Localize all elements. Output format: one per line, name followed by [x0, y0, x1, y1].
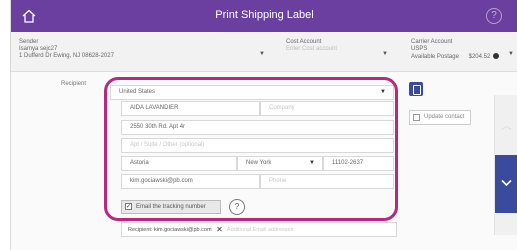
carrier-account-label: Carrier Account — [411, 39, 453, 45]
checkbox-unchecked-icon — [413, 114, 420, 121]
remove-chip-icon[interactable]: ✕ — [216, 225, 223, 234]
cost-account-selector[interactable]: Cost Account Enter Cost account — [286, 39, 337, 53]
refresh-postage-icon[interactable] — [492, 53, 499, 59]
cost-account-placeholder: Enter Cost account — [286, 46, 338, 52]
sender-selector[interactable]: Sender Isamya sejc27 1 Dufferd Dr Ewing,… — [19, 39, 114, 60]
postage-label: Available Postage — [411, 54, 459, 60]
expand-panel-button[interactable] — [495, 155, 517, 213]
highlight-annotation — [104, 77, 398, 221]
carrier-name: USPS — [411, 46, 428, 52]
help-icon[interactable]: ? — [486, 8, 502, 24]
sender-name: Isamya sejc27 — [19, 46, 58, 52]
chevron-down-icon — [501, 179, 512, 187]
account-bar: Sender Isamya sejc27 1 Dufferd Dr Ewing,… — [11, 32, 517, 72]
sender-label: Sender — [19, 39, 39, 45]
page-title: Print Shipping Label — [215, 9, 314, 21]
tracking-emails-field[interactable]: Recipient: kim.gociawski@pb.com ✕ Additi… — [121, 222, 397, 237]
app-window: Print Shipping Label ? Sender Isamya sej… — [10, 0, 517, 250]
postage-value: $204.52 — [468, 54, 491, 60]
sender-dropdown-caret[interactable]: ▼ — [259, 51, 265, 57]
recipient-label: Recipient — [61, 81, 87, 87]
update-contact-label: Update contact — [424, 114, 465, 120]
cost-account-label: Cost Account — [286, 39, 322, 45]
update-contact-checkbox[interactable]: Update contact — [409, 110, 471, 125]
carrier-account-selector[interactable]: Carrier Account USPS Available Postage $… — [411, 39, 499, 61]
address-book-button[interactable] — [409, 82, 423, 96]
sender-address: 1 Dufferd Dr Ewing, NJ 08628-2027 — [19, 53, 114, 59]
additional-emails-placeholder: Additional Email addresses — [227, 227, 294, 233]
header-bar: Print Shipping Label ? — [11, 0, 517, 32]
chevron-up-icon[interactable]: ︿ — [495, 117, 517, 132]
carrier-dropdown-caret[interactable]: ▼ — [508, 51, 514, 57]
tracking-recipient-chip: Recipient: kim.gociawski@pb.com — [128, 227, 212, 233]
cost-account-dropdown-caret[interactable]: ▼ — [382, 51, 388, 57]
